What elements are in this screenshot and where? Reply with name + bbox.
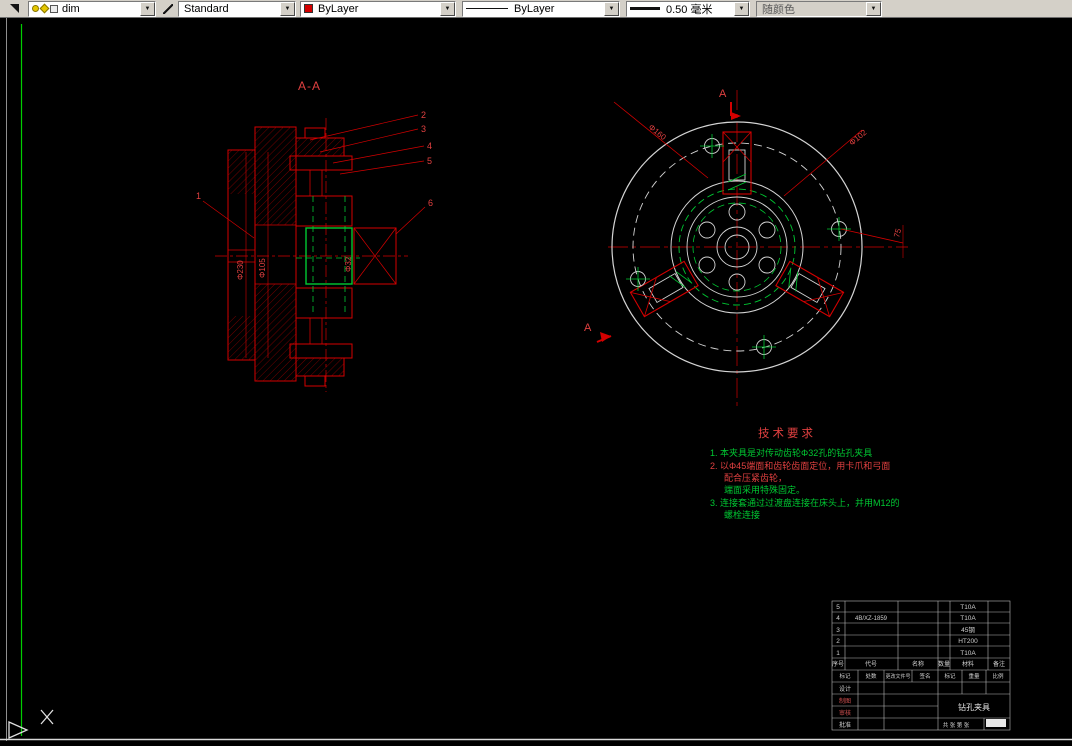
part-no: 5 xyxy=(836,604,840,611)
color-combo-value: ByLayer xyxy=(318,2,359,15)
linetype-combo[interactable]: ByLayer ▼ xyxy=(462,0,620,17)
ucs-icon xyxy=(8,709,54,740)
title-block-highlight-cell xyxy=(986,719,1006,727)
tech-note-line: 配合压紧齿轮， xyxy=(724,472,787,483)
part-no: 2 xyxy=(836,638,840,645)
part-no: 4 xyxy=(836,615,840,622)
text-style-combo-value: Standard xyxy=(184,2,229,15)
tech-note-line: 1. 本夹具是对传动齿轮Φ32孔的钻孔夹具 xyxy=(710,447,872,458)
layer-color-icon xyxy=(50,4,58,13)
parts-header-name: 名称 xyxy=(912,660,924,668)
section-view: A-A Φ230 Φ105 Φ32 1 2 3 4 5 6 xyxy=(196,79,433,392)
sign-label: 制图 xyxy=(839,697,851,705)
dim-label: Φ105 xyxy=(258,258,267,278)
sign-label: 设计 xyxy=(839,685,851,693)
part-no: 3 xyxy=(836,627,840,634)
layer-combo-value: dim xyxy=(62,2,80,15)
section-letter-top: A xyxy=(719,88,727,100)
circular-view: Φ160 Φ102 75 A A xyxy=(584,88,908,408)
tech-note-line: 2. 以Φ45端面和齿轮齿面定位，用卡爪和弓面 xyxy=(710,460,890,471)
parts-header-note: 备注 xyxy=(993,660,1005,668)
balloon-number: 2 xyxy=(421,110,426,120)
upper-guide-ring xyxy=(295,195,353,227)
part-material: HT200 xyxy=(958,638,978,645)
info-stage-label: 标记 xyxy=(944,672,956,680)
linetype-combo-value: ByLayer xyxy=(514,2,555,15)
dim-label: Φ32 xyxy=(344,256,353,272)
text-style-button[interactable] xyxy=(158,0,178,17)
part-material: 45钢 xyxy=(961,626,975,634)
text-style-combo[interactable]: Standard ▼ xyxy=(178,0,296,17)
layer-state-icons xyxy=(32,3,58,14)
chevron-down-icon[interactable]: ▼ xyxy=(280,1,295,16)
top-clamp-plate xyxy=(289,155,353,171)
info-scale-label: 比例 xyxy=(992,672,1004,680)
sheet-info: 共 张 第 张 xyxy=(943,721,970,729)
layer-combo[interactable]: dim ▼ xyxy=(28,0,156,17)
dim-label: Φ230 xyxy=(236,260,245,280)
lineweight-combo[interactable]: 0.50 毫米 ▼ xyxy=(626,0,750,17)
revision-header: 处数 xyxy=(865,672,877,680)
part-material: T10A xyxy=(960,615,976,622)
chevron-down-icon[interactable]: ▼ xyxy=(734,1,749,16)
drawing-canvas[interactable]: A-A Φ230 Φ105 Φ32 1 2 3 4 5 6 Φ160 Φ102 … xyxy=(0,0,1072,741)
top-bolt-head xyxy=(304,127,326,139)
parts-header-code: 代号 xyxy=(865,660,877,668)
tech-note-line: 3. 连接套通过过渡盘连接在床头上，并用M12的 xyxy=(710,497,900,508)
dim-style-button[interactable] xyxy=(2,0,26,17)
sign-label: 批准 xyxy=(839,721,851,729)
revision-header: 标记 xyxy=(839,672,851,680)
chevron-down-icon[interactable]: ▼ xyxy=(140,1,155,16)
layer-on-icon xyxy=(32,5,39,12)
bottom-bolt-head xyxy=(304,375,326,387)
layer-freeze-icon xyxy=(39,3,50,14)
part-code: 4B/XZ-1859 xyxy=(855,616,888,622)
drawing-title: 钻孔夹具 xyxy=(958,702,990,712)
section-view-label: A-A xyxy=(298,79,321,93)
chevron-down-icon[interactable]: ▼ xyxy=(440,1,455,16)
parts-header-mat: 材料 xyxy=(962,660,974,668)
plot-style-combo: 随颜色 ▼ xyxy=(756,0,882,17)
section-arrow-top xyxy=(731,112,741,120)
section-letter-bottom: A xyxy=(584,322,592,334)
part-no: 1 xyxy=(836,650,840,657)
properties-toolbar: dim ▼ Standard ▼ ByLayer ▼ ByLayer ▼ 0.5… xyxy=(0,0,1072,18)
lineweight-sample-icon xyxy=(630,7,660,10)
lineweight-combo-value: 0.50 毫米 xyxy=(666,3,713,16)
dim-label: Φ160 xyxy=(647,123,668,143)
chevron-down-icon[interactable]: ▼ xyxy=(604,1,619,16)
dimension-icon xyxy=(9,4,19,13)
parts-header-no: 序号 xyxy=(832,660,844,668)
current-color-swatch-icon xyxy=(304,4,313,13)
cad-drawing: A-A Φ230 Φ105 Φ32 1 2 3 4 5 6 Φ160 Φ102 … xyxy=(0,18,1072,741)
balloon-number: 6 xyxy=(428,198,433,208)
part-material: T10A xyxy=(960,650,976,657)
style-icon xyxy=(163,3,173,14)
balloon-number: 3 xyxy=(421,124,426,134)
bottom-clamp-plate xyxy=(289,343,353,359)
dim-label: 75 xyxy=(892,227,903,238)
dim-label: Φ102 xyxy=(848,128,869,148)
tech-note-line: 端面采用特殊固定。 xyxy=(724,484,805,495)
top-clamp-block xyxy=(295,137,345,157)
tech-requirements-title: 技术要求 xyxy=(758,427,816,440)
tech-requirements: 技术要求 1. 本夹具是对传动齿轮Φ32孔的钻孔夹具 2. 以Φ45端面和齿轮齿… xyxy=(710,427,900,520)
part-material: T10A xyxy=(960,604,976,611)
revision-header: 签名 xyxy=(919,672,930,680)
balloon-number: 5 xyxy=(427,156,432,166)
linetype-sample-icon xyxy=(466,8,508,9)
tech-note-line: 螺栓连接 xyxy=(724,509,760,520)
revision-header: 更改文件号 xyxy=(885,673,910,680)
chevron-down-icon: ▼ xyxy=(866,1,881,16)
balloon-number: 4 xyxy=(427,141,432,151)
info-weight-label: 重量 xyxy=(968,672,980,680)
balloon-number: 1 xyxy=(196,191,201,201)
parts-header-qty: 数量 xyxy=(938,660,950,668)
color-combo[interactable]: ByLayer ▼ xyxy=(300,0,456,17)
bottom-clamp-block xyxy=(295,357,345,377)
sign-label: 审核 xyxy=(839,709,851,717)
lower-guide-ring xyxy=(295,287,353,319)
plot-style-combo-value: 随颜色 xyxy=(762,3,795,16)
